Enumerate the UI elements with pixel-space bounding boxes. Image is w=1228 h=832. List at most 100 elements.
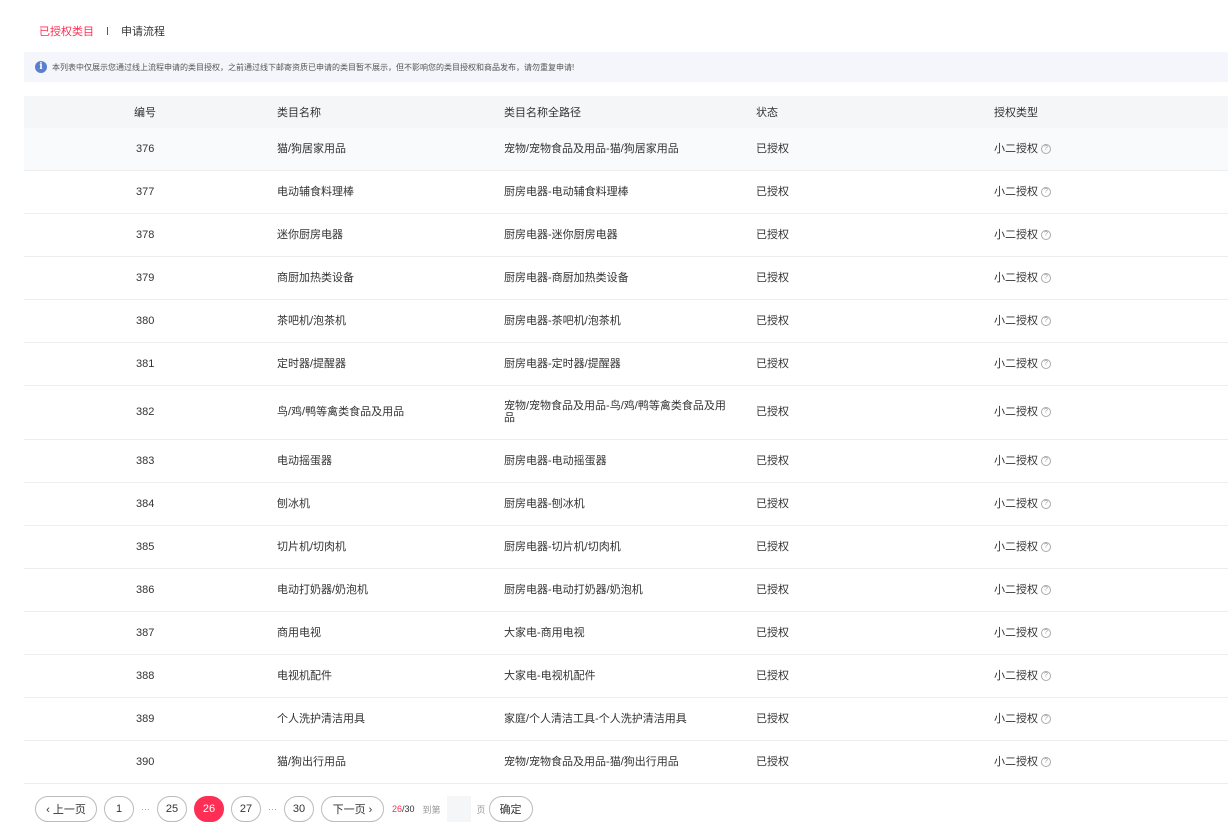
header-status: 状态 xyxy=(746,96,984,128)
cell-category-name: 电动摇蛋器 xyxy=(267,439,496,483)
cell-auth-type: 小二授权? xyxy=(984,299,1228,343)
next-page-button[interactable]: 下一页 › xyxy=(321,796,384,822)
info-icon: i xyxy=(35,61,47,73)
auth-type-label: 小二授权 xyxy=(994,540,1038,553)
page-ellipsis: ··· xyxy=(268,804,277,814)
category-table: 编号 类目名称 类目名称全路径 状态 授权类型 376 猫/狗居家用品宠物/宠物食… xyxy=(24,96,1228,784)
help-icon[interactable]: ? xyxy=(1041,756,1051,767)
cell-category-name: 电动辅食料理棒 xyxy=(267,170,496,214)
cell-category-path: 厨房电器-刨冰机 xyxy=(496,482,746,526)
current-page: 26 xyxy=(392,804,403,814)
table-row: 387 商用电视 大家电-商用电视 已授权 小二授权? xyxy=(24,611,1228,655)
cell-id: 386 xyxy=(24,568,267,612)
help-icon[interactable]: ? xyxy=(1041,541,1051,552)
table-row: 388 电视机配件 大家电-电视机配件 已授权 小二授权? xyxy=(24,654,1228,698)
table-row: 385 切片机/切肉机 厨房电器-切片机/切肉机 已授权 小二授权? xyxy=(24,525,1228,569)
cell-category-path: 宠物/宠物食品及用品-猫/狗出行用品 xyxy=(496,740,746,784)
help-icon[interactable]: ? xyxy=(1041,498,1051,509)
cell-status: 已授权 xyxy=(746,525,984,569)
cell-category-name: 猫/狗居家用品 xyxy=(267,128,496,171)
auth-type-label: 小二授权 xyxy=(994,669,1038,682)
cell-id: 384 xyxy=(24,482,267,526)
cell-category-name: 鸟/鸡/鸭等禽类食品及用品 xyxy=(267,385,496,440)
cell-status: 已授权 xyxy=(746,170,984,214)
cell-category-path: 厨房电器-迷你厨房电器 xyxy=(496,213,746,257)
tab-divider xyxy=(107,27,108,35)
help-icon[interactable]: ? xyxy=(1041,186,1051,197)
cell-category-name: 商用电视 xyxy=(267,611,496,655)
help-icon[interactable]: ? xyxy=(1041,627,1051,638)
cell-category-name: 电动打奶器/奶泡机 xyxy=(267,568,496,612)
cell-category-path: 大家电-电视机配件 xyxy=(496,654,746,698)
tab-application-process[interactable]: 申请流程 xyxy=(121,23,165,39)
cell-status: 已授权 xyxy=(746,213,984,257)
cell-category-name: 商厨加热类设备 xyxy=(267,256,496,300)
cell-id: 387 xyxy=(24,611,267,655)
cell-status: 已授权 xyxy=(746,128,984,171)
table-row: 379 商厨加热类设备 厨房电器-商厨加热类设备 已授权 小二授权? xyxy=(24,256,1228,300)
tab-bar: 已授权类目 申请流程 xyxy=(39,22,165,40)
cell-status: 已授权 xyxy=(746,568,984,612)
cell-auth-type: 小二授权? xyxy=(984,654,1228,698)
page-button-1[interactable]: 1 xyxy=(104,796,134,822)
table-row: 378 迷你厨房电器 厨房电器-迷你厨房电器 已授权 小二授权? xyxy=(24,213,1228,257)
cell-status: 已授权 xyxy=(746,256,984,300)
cell-auth-type: 小二授权? xyxy=(984,482,1228,526)
cell-id: 376 xyxy=(24,128,267,171)
cell-category-path: 宠物/宠物食品及用品-鸟/鸡/鸭等禽类食品及用品 xyxy=(496,385,746,440)
header-category-name: 类目名称 xyxy=(267,96,496,128)
table-row: 376 猫/狗居家用品 宠物/宠物食品及用品-猫/狗居家用品 已授权 小二授权? xyxy=(24,128,1228,171)
page-button-25[interactable]: 25 xyxy=(157,796,187,822)
cell-auth-type: 小二授权? xyxy=(984,568,1228,612)
cell-id: 388 xyxy=(24,654,267,698)
help-icon[interactable]: ? xyxy=(1041,713,1051,724)
help-icon[interactable]: ? xyxy=(1041,584,1051,595)
help-icon[interactable]: ? xyxy=(1041,229,1051,240)
cell-id: 390 xyxy=(24,740,267,784)
cell-id: 383 xyxy=(24,439,267,483)
help-icon[interactable]: ? xyxy=(1041,315,1051,326)
header-auth-type: 授权类型 xyxy=(984,96,1228,128)
tab-authorized-categories[interactable]: 已授权类目 xyxy=(39,23,94,39)
cell-category-path: 厨房电器-电动辅食料理棒 xyxy=(496,170,746,214)
cell-auth-type: 小二授权? xyxy=(984,170,1228,214)
header-category-path: 类目名称全路径 xyxy=(496,96,746,128)
table-row: 390 猫/狗出行用品 宠物/宠物食品及用品-猫/狗出行用品 已授权 小二授权? xyxy=(24,740,1228,784)
cell-status: 已授权 xyxy=(746,385,984,440)
auth-type-label: 小二授权 xyxy=(994,755,1038,768)
cell-auth-type: 小二授权? xyxy=(984,525,1228,569)
cell-auth-type: 小二授权? xyxy=(984,740,1228,784)
goto-prefix: 到第 xyxy=(422,804,441,815)
cell-auth-type: 小二授权? xyxy=(984,697,1228,741)
table-header-row: 编号 类目名称 类目名称全路径 状态 授权类型 xyxy=(24,96,1228,128)
help-icon[interactable]: ? xyxy=(1041,272,1051,283)
cell-category-path: 厨房电器-切片机/切肉机 xyxy=(496,525,746,569)
auth-type-label: 小二授权 xyxy=(994,185,1038,198)
help-icon[interactable]: ? xyxy=(1041,455,1051,466)
prev-page-button[interactable]: ‹ 上一页 xyxy=(35,796,97,822)
auth-type-label: 小二授权 xyxy=(994,454,1038,467)
cell-auth-type: 小二授权? xyxy=(984,611,1228,655)
table-row: 389 个人洗护清洁用具 家庭/个人清洁工具-个人洗护清洁用具 已授权 小二授权? xyxy=(24,697,1228,741)
help-icon[interactable]: ? xyxy=(1041,358,1051,369)
cell-status: 已授权 xyxy=(746,439,984,483)
page-button-30[interactable]: 30 xyxy=(284,796,314,822)
cell-auth-type: 小二授权? xyxy=(984,439,1228,483)
page-button-27[interactable]: 27 xyxy=(231,796,261,822)
cell-category-name: 个人洗护清洁用具 xyxy=(267,697,496,741)
page-count: 26/30 xyxy=(392,804,415,814)
cell-status: 已授权 xyxy=(746,342,984,386)
auth-type-label: 小二授权 xyxy=(994,357,1038,370)
total-pages: /30 xyxy=(402,804,415,814)
help-icon[interactable]: ? xyxy=(1041,143,1051,154)
table-row: 377 电动辅食料理棒 厨房电器-电动辅食料理棒 已授权 小二授权? xyxy=(24,170,1228,214)
pagination: ‹ 上一页 1 ··· 25 26 27 ··· 30 下一页 › 26/30 … xyxy=(35,796,533,822)
page-button-26[interactable]: 26 xyxy=(194,796,224,822)
goto-page-input[interactable] xyxy=(446,796,471,822)
cell-status: 已授权 xyxy=(746,611,984,655)
help-icon[interactable]: ? xyxy=(1041,670,1051,681)
cell-category-path: 厨房电器-电动摇蛋器 xyxy=(496,439,746,483)
help-icon[interactable]: ? xyxy=(1041,407,1051,418)
confirm-button[interactable]: 确定 xyxy=(488,796,533,822)
table-row: 386 电动打奶器/奶泡机 厨房电器-电动打奶器/奶泡机 已授权 小二授权? xyxy=(24,568,1228,612)
